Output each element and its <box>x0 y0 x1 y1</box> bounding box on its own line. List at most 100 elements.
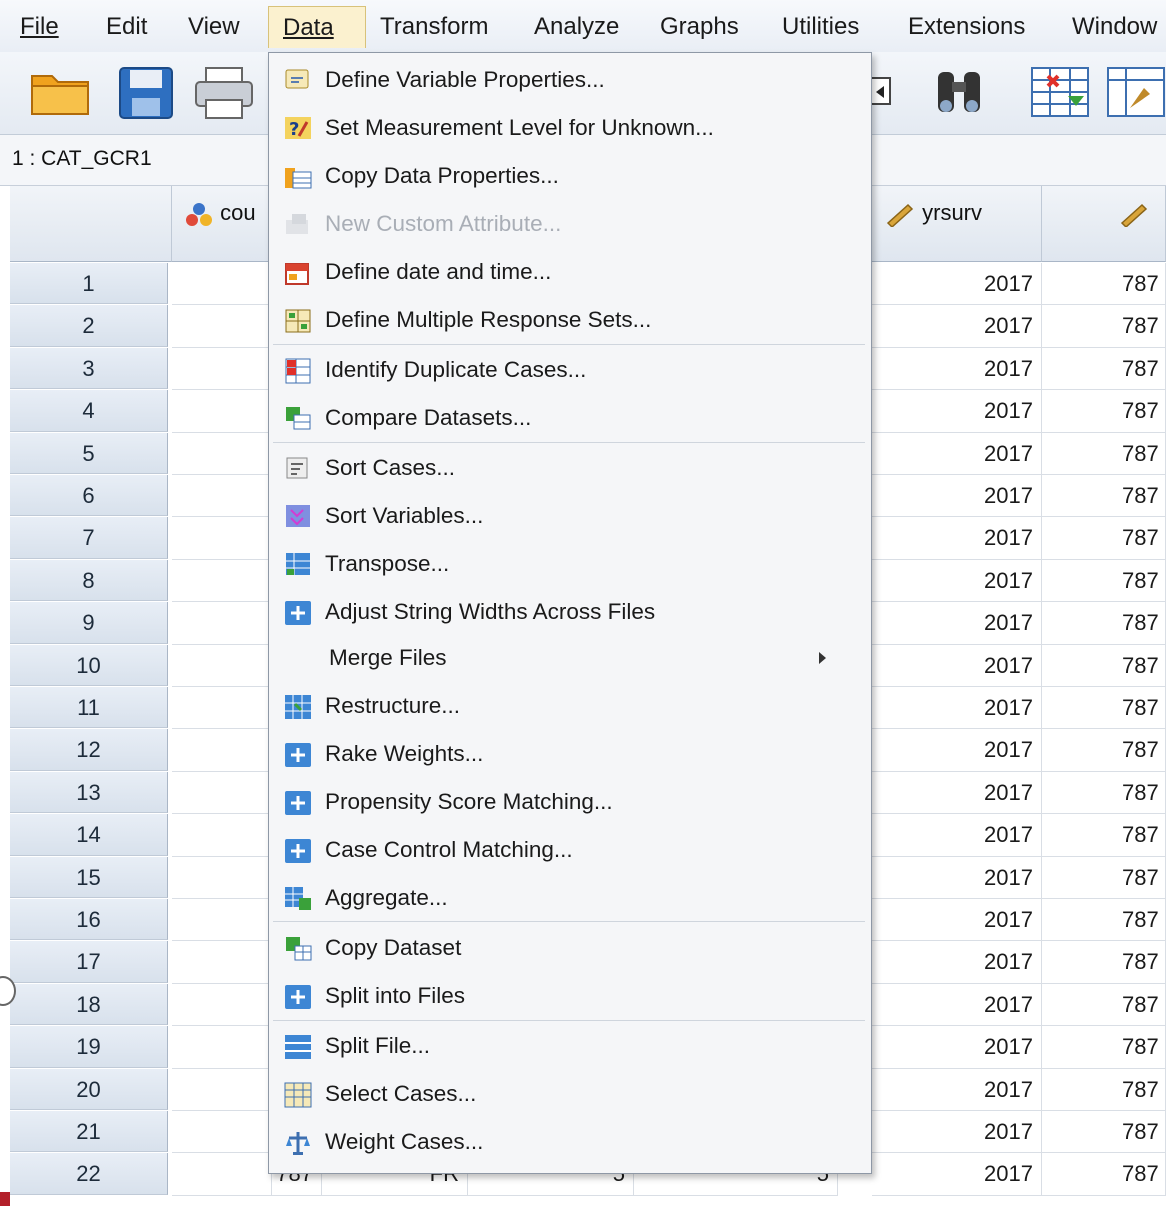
find-binoculars-icon[interactable] <box>928 62 992 122</box>
menu-item-split-into-files[interactable]: Split into Files <box>269 973 869 1019</box>
menu-item-adjust-string-widths-across-files[interactable]: Adjust String Widths Across Files <box>269 589 869 635</box>
menu-item-transpose[interactable]: Transpose... <box>269 541 869 587</box>
row-header[interactable]: 12 <box>10 729 168 771</box>
grid-cell-next[interactable]: 787 <box>1042 771 1166 815</box>
grid-cell-next[interactable]: 787 <box>1042 899 1166 942</box>
grid-cell-next[interactable]: 787 <box>1042 390 1166 433</box>
grid-cell-yrsurv[interactable]: 2017 <box>872 1153 1042 1196</box>
row-header[interactable]: 11 <box>10 687 168 729</box>
row-header[interactable]: 15 <box>10 856 168 898</box>
grid-cell[interactable] <box>172 517 272 560</box>
grid-cell-next[interactable]: 787 <box>1042 517 1166 560</box>
grid-cell[interactable] <box>172 983 272 1027</box>
open-folder-icon[interactable] <box>28 62 92 122</box>
menu-data[interactable]: Data <box>268 6 366 48</box>
menu-item-split-file[interactable]: Split File... <box>269 1023 869 1069</box>
row-header[interactable]: 17 <box>10 941 168 983</box>
grid-cell-yrsurv[interactable]: 2017 <box>872 687 1042 730</box>
menu-item-case-control-matching[interactable]: Case Control Matching... <box>269 827 869 873</box>
grid-cell-next[interactable]: 787 <box>1042 729 1166 772</box>
save-icon[interactable] <box>114 62 178 122</box>
grid-cell[interactable] <box>172 899 272 942</box>
grid-cell-next[interactable]: 787 <box>1042 687 1166 730</box>
grid-cell-next[interactable]: 787 <box>1042 1026 1166 1069</box>
grid-cell[interactable] <box>172 687 272 730</box>
column-header-next[interactable] <box>1042 186 1166 262</box>
grid-cell[interactable] <box>172 559 272 603</box>
grid-cell-next[interactable]: 787 <box>1042 559 1166 603</box>
grid-cell-next[interactable]: 787 <box>1042 475 1166 518</box>
row-header[interactable]: 4 <box>10 390 168 432</box>
grid-cell-yrsurv[interactable]: 2017 <box>872 347 1042 391</box>
menu-graphs[interactable]: Graphs <box>646 6 753 48</box>
menu-item-copy-data-properties[interactable]: Copy Data Properties... <box>269 153 869 199</box>
row-header[interactable]: 22 <box>10 1153 168 1195</box>
row-header[interactable]: 3 <box>10 347 168 390</box>
grid-cell-yrsurv[interactable]: 2017 <box>872 899 1042 942</box>
grid-cell-yrsurv[interactable]: 2017 <box>872 559 1042 603</box>
grid-cell[interactable] <box>172 602 272 645</box>
menu-analyze[interactable]: Analyze <box>520 6 633 48</box>
menu-item-define-date-and-time[interactable]: Define date and time... <box>269 249 869 295</box>
menu-item-set-measurement-level-for-unknown[interactable]: ? Set Measurement Level for Unknown... <box>269 105 869 151</box>
grid-cell-yrsurv[interactable]: 2017 <box>872 729 1042 772</box>
grid-cell-next[interactable]: 787 <box>1042 602 1166 645</box>
grid-cell[interactable] <box>172 1111 272 1154</box>
grid-cell-yrsurv[interactable]: 2017 <box>872 475 1042 518</box>
grid-cell-next[interactable]: 787 <box>1042 983 1166 1027</box>
row-header[interactable]: 2 <box>10 305 168 347</box>
menu-edit[interactable]: Edit <box>92 6 161 48</box>
column-header-cou[interactable]: cou <box>172 186 272 262</box>
row-header[interactable]: 20 <box>10 1068 168 1110</box>
menu-item-rake-weights[interactable]: Rake Weights... <box>269 731 869 777</box>
grid-cell-next[interactable]: 787 <box>1042 814 1166 857</box>
grid-cell[interactable] <box>172 305 272 348</box>
menu-item-aggregate[interactable]: Aggregate... <box>269 875 869 921</box>
menu-item-propensity-score-matching[interactable]: Propensity Score Matching... <box>269 779 869 825</box>
grid-cell-next[interactable]: 787 <box>1042 856 1166 899</box>
grid-cell-yrsurv[interactable]: 2017 <box>872 771 1042 815</box>
grid-cell-yrsurv[interactable]: 2017 <box>872 1026 1042 1069</box>
grid-cell[interactable] <box>172 263 272 306</box>
row-header[interactable]: 16 <box>10 899 168 941</box>
grid-cell[interactable] <box>172 856 272 899</box>
row-header[interactable]: 6 <box>10 475 168 517</box>
grid-cell-next[interactable]: 787 <box>1042 263 1166 306</box>
menu-window[interactable]: Window <box>1058 6 1166 48</box>
grid-cell[interactable] <box>172 771 272 815</box>
grid-cell-next[interactable]: 787 <box>1042 644 1166 687</box>
menu-item-select-cases[interactable]: Select Cases... <box>269 1071 869 1117</box>
menu-item-restructure[interactable]: Restructure... <box>269 683 869 729</box>
grid-cell[interactable] <box>172 941 272 984</box>
row-header[interactable]: 13 <box>10 771 168 814</box>
menu-extensions[interactable]: Extensions <box>894 6 1039 48</box>
row-header[interactable]: 1 <box>10 263 168 305</box>
print-icon[interactable] <box>192 62 256 122</box>
grid-cell-next[interactable]: 787 <box>1042 347 1166 391</box>
grid-cell[interactable] <box>172 432 272 475</box>
grid-cell-yrsurv[interactable]: 2017 <box>872 602 1042 645</box>
grid-cell-yrsurv[interactable]: 2017 <box>872 432 1042 475</box>
row-header[interactable]: 9 <box>10 602 168 644</box>
insert-variable-icon[interactable] <box>1104 62 1166 122</box>
grid-cell[interactable] <box>172 475 272 518</box>
grid-cell-yrsurv[interactable]: 2017 <box>872 263 1042 306</box>
grid-cell[interactable] <box>172 729 272 772</box>
grid-cell-next[interactable]: 787 <box>1042 432 1166 475</box>
grid-cell-next[interactable]: 787 <box>1042 1068 1166 1111</box>
grid-cell-yrsurv[interactable]: 2017 <box>872 941 1042 984</box>
grid-cell[interactable] <box>172 390 272 433</box>
menu-item-sort-cases[interactable]: Sort Cases... <box>269 445 869 491</box>
grid-cell-yrsurv[interactable]: 2017 <box>872 983 1042 1027</box>
menu-item-compare-datasets[interactable]: Compare Datasets... <box>269 395 869 441</box>
insert-cases-icon[interactable] <box>1028 62 1092 122</box>
grid-cell[interactable] <box>172 644 272 687</box>
grid-cell-yrsurv[interactable]: 2017 <box>872 1111 1042 1154</box>
row-header[interactable]: 8 <box>10 559 168 602</box>
row-header[interactable]: 21 <box>10 1111 168 1153</box>
grid-cell[interactable] <box>172 347 272 391</box>
grid-cell[interactable] <box>172 1153 272 1196</box>
grid-cell-next[interactable]: 787 <box>1042 1111 1166 1154</box>
row-header[interactable]: 7 <box>10 517 168 559</box>
row-header[interactable]: 5 <box>10 432 168 474</box>
